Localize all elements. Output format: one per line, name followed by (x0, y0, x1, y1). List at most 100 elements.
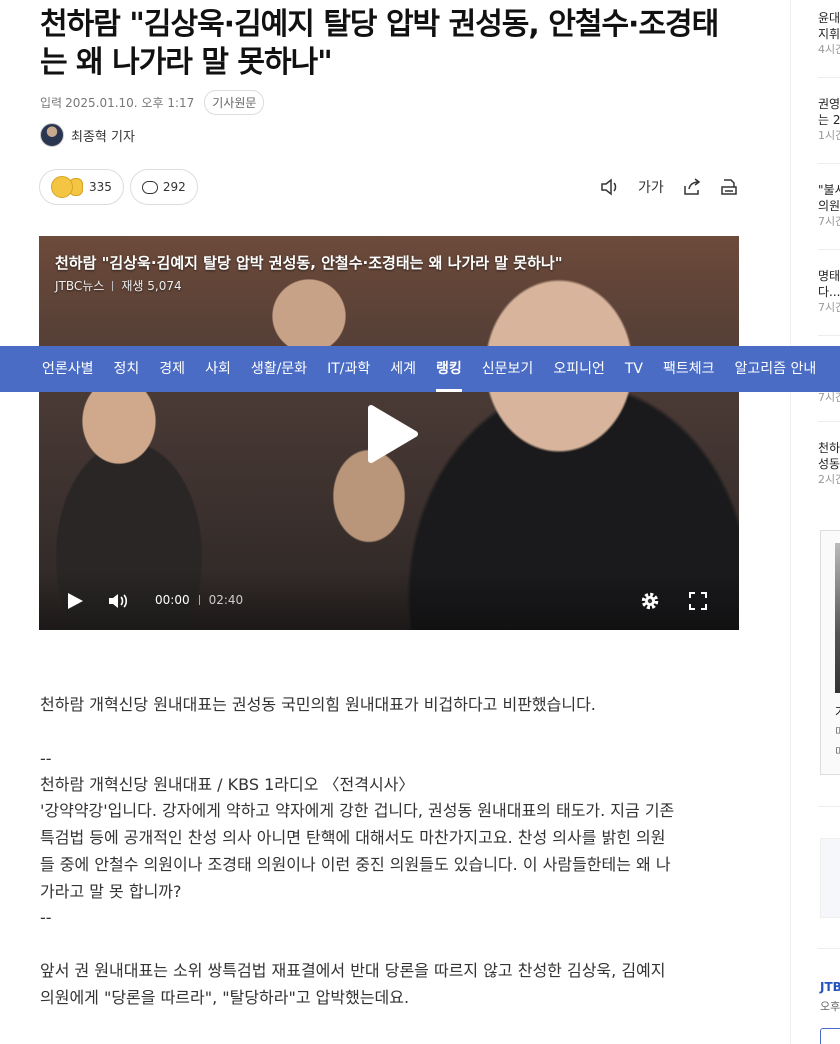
reporter[interactable]: 최종혁 기자 (40, 123, 135, 147)
settings-gear-icon[interactable] (640, 591, 660, 614)
nav-item[interactable]: 랭킹 (436, 346, 462, 392)
video-info: JTBC뉴스 재생 5,074 (55, 277, 182, 294)
original-article-button[interactable]: 기사원문 (204, 90, 265, 115)
article-tools: 가가 (600, 177, 738, 197)
nav-item[interactable]: 언론사별 (42, 346, 94, 392)
video-controls: 00:00 02:40 (39, 570, 739, 630)
sidebar: 윤대 지휘 4시간 권영 는 2 1시간 "불시 의원 7시간 명태 다... … (818, 0, 840, 1044)
quote-line-2: 특검법 등에 공개적인 찬성 의사 아니면 탄핵에 대해서도 마찬가지고요. 찬… (40, 828, 666, 847)
nav-item[interactable]: 알고리즘 안내 (735, 346, 817, 392)
video-plays: 재생 5,074 (121, 279, 182, 293)
press-logo[interactable]: JTBC (820, 980, 840, 994)
body-dash-2: -- (40, 908, 52, 927)
quote-line-4: 가라고 말 못 합니까? (40, 882, 182, 901)
body-paragraph-1: 천하람 개혁신당 원내대표는 권성동 국민의힘 원내대표가 비겁하다고 비판했습… (40, 695, 596, 714)
sidebar-item-text: 다... (818, 285, 840, 299)
sidebar-item-text: 윤대 (818, 11, 840, 25)
print-icon[interactable] (720, 178, 738, 196)
nav-item[interactable]: 생활/문화 (251, 346, 307, 392)
sidebar-item-text: 의원 (818, 199, 840, 213)
reporter-name[interactable]: 최종혁 기자 (71, 126, 135, 145)
sidebar-item-text: 권영 (818, 97, 840, 111)
play-icon[interactable] (66, 592, 84, 613)
sidebar-item-text: 는 2 (818, 113, 840, 127)
time-divider (198, 595, 200, 605)
comment-icon (141, 180, 158, 194)
sidebar-news-item[interactable]: 윤대 지휘 4시간 (818, 10, 840, 58)
nav-item[interactable]: 정치 (114, 346, 140, 392)
sidebar-item-text: 명태 (818, 269, 840, 283)
quote-source: 천하람 개혁신당 원내대표 / KBS 1라디오 〈전격시사〉 (40, 775, 415, 794)
reaction-button[interactable]: 335 (39, 169, 124, 205)
sidebar-item-divider (818, 163, 840, 164)
nav-item[interactable]: 오피니언 (553, 346, 605, 392)
tts-audio-icon[interactable] (600, 178, 620, 196)
volume-icon[interactable] (108, 592, 130, 613)
reaction-bar: 335 292 (39, 169, 198, 205)
reaction-count: 335 (89, 180, 112, 194)
nav-item[interactable]: 사회 (205, 346, 231, 392)
body-paragraph-3-line-1: 앞서 권 원내대표는 소위 쌍특검법 재표결에서 반대 당론을 따르지 않고 찬… (40, 961, 666, 980)
sidebar-item-time: 2시간 (818, 473, 840, 486)
press-time: 오후 (820, 1000, 840, 1013)
sidebar-item-divider (818, 335, 840, 336)
ad-caption: 가 (835, 703, 840, 720)
nav-item[interactable]: 세계 (390, 346, 416, 392)
article-meta: 입력 2025.01.10. 오후 1:17 기사원문 (40, 90, 265, 115)
quote-line-1: '강약약강'입니다. 강자에게 약하고 약자에게 강한 겁니다, 권성동 원내대… (40, 801, 675, 820)
sidebar-ad[interactable]: 가 미 미 (820, 530, 840, 775)
body-dash-1: -- (40, 749, 52, 768)
font-size-button[interactable]: 가가 (638, 177, 664, 197)
comment-count: 292 (162, 180, 186, 194)
sidebar-item-divider (818, 948, 840, 949)
video-title: 천하람 "김상욱·김예지 탈당 압박 권성동, 안철수·조경태는 왜 나가라 말… (55, 254, 563, 272)
sidebar-banner[interactable] (820, 838, 840, 918)
sidebar-item-time: 7시간 (818, 301, 840, 314)
sidebar-item-divider (818, 77, 840, 78)
share-icon[interactable] (682, 178, 702, 196)
video-info-divider (112, 280, 114, 291)
sidebar-news-item[interactable]: "불시 의원 7시간 (818, 182, 840, 230)
body-paragraph-3-line-2: 의원에게 "당론을 따르라", "탈당하라"고 압박했는데요. (40, 988, 410, 1007)
nav-item[interactable]: IT/과학 (327, 346, 370, 392)
article-date: 2025.01.10. 오후 1:17 (65, 96, 195, 110)
play-large-icon[interactable] (365, 404, 419, 464)
sidebar-item-divider (818, 421, 840, 422)
sidebar-item-divider (818, 249, 840, 250)
subscribe-button[interactable] (820, 1028, 840, 1044)
nav-item[interactable]: 신문보기 (482, 346, 534, 392)
category-navbar: 언론사별 정치 경제 사회 생활/문화 IT/과학 세계 랭킹 신문보기 오피니언 TV 팩트체크 알고… (0, 346, 840, 392)
sidebar-item-divider (818, 806, 840, 807)
ad-caption: 미 (835, 747, 840, 758)
nav-item[interactable]: TV (625, 346, 643, 392)
sidebar-item-time: 1시간 (818, 129, 840, 142)
sidebar-item-text: 지휘 (818, 27, 840, 41)
sidebar-divider (790, 0, 791, 1044)
video-player[interactable]: 천하람 "김상욱·김예지 탈당 압박 권성동, 안철수·조경태는 왜 나가라 말… (39, 236, 739, 630)
fullscreen-icon[interactable] (689, 592, 707, 613)
sidebar-news-item[interactable]: 천하 성동 2시간 (818, 440, 840, 488)
ad-image (835, 543, 840, 693)
smile-emoji-icon (51, 176, 73, 198)
nav-item[interactable]: 팩트체크 (663, 346, 715, 392)
sidebar-news-item[interactable]: 권영 는 2 1시간 (818, 96, 840, 144)
article-title: 천하람 "김상욱·김예지 탈당 압박 권성동, 안철수·조경태는 왜 나가라 말… (40, 7, 719, 80)
video-time: 00:00 02:40 (155, 593, 243, 607)
sidebar-item-text: 성동 (818, 457, 840, 471)
date-label: 입력 (40, 96, 63, 110)
quote-line-3: 들 중에 안철수 의원이나 조경태 의원이나 이런 중진 의원들도 있습니다. … (40, 855, 671, 874)
sidebar-item-time: 7시간 (818, 215, 840, 228)
comment-button[interactable]: 292 (129, 169, 198, 205)
sidebar-news-item[interactable]: 명태 다... 7시간 (818, 268, 840, 316)
video-source: JTBC뉴스 (55, 279, 105, 293)
sidebar-item-time: 7시간 (818, 391, 840, 404)
reporter-avatar[interactable] (40, 123, 64, 147)
sidebar-item-time: 4시간 (818, 43, 840, 56)
sidebar-item-text: 천하 (818, 441, 840, 455)
ad-caption: 미 (835, 727, 840, 738)
current-time: 00:00 (155, 593, 190, 607)
sidebar-news-item[interactable]: 7시간 (818, 390, 840, 406)
sidebar-item-text: "불시 (818, 183, 840, 197)
nav-item[interactable]: 경제 (159, 346, 185, 392)
duration: 02:40 (208, 593, 244, 607)
